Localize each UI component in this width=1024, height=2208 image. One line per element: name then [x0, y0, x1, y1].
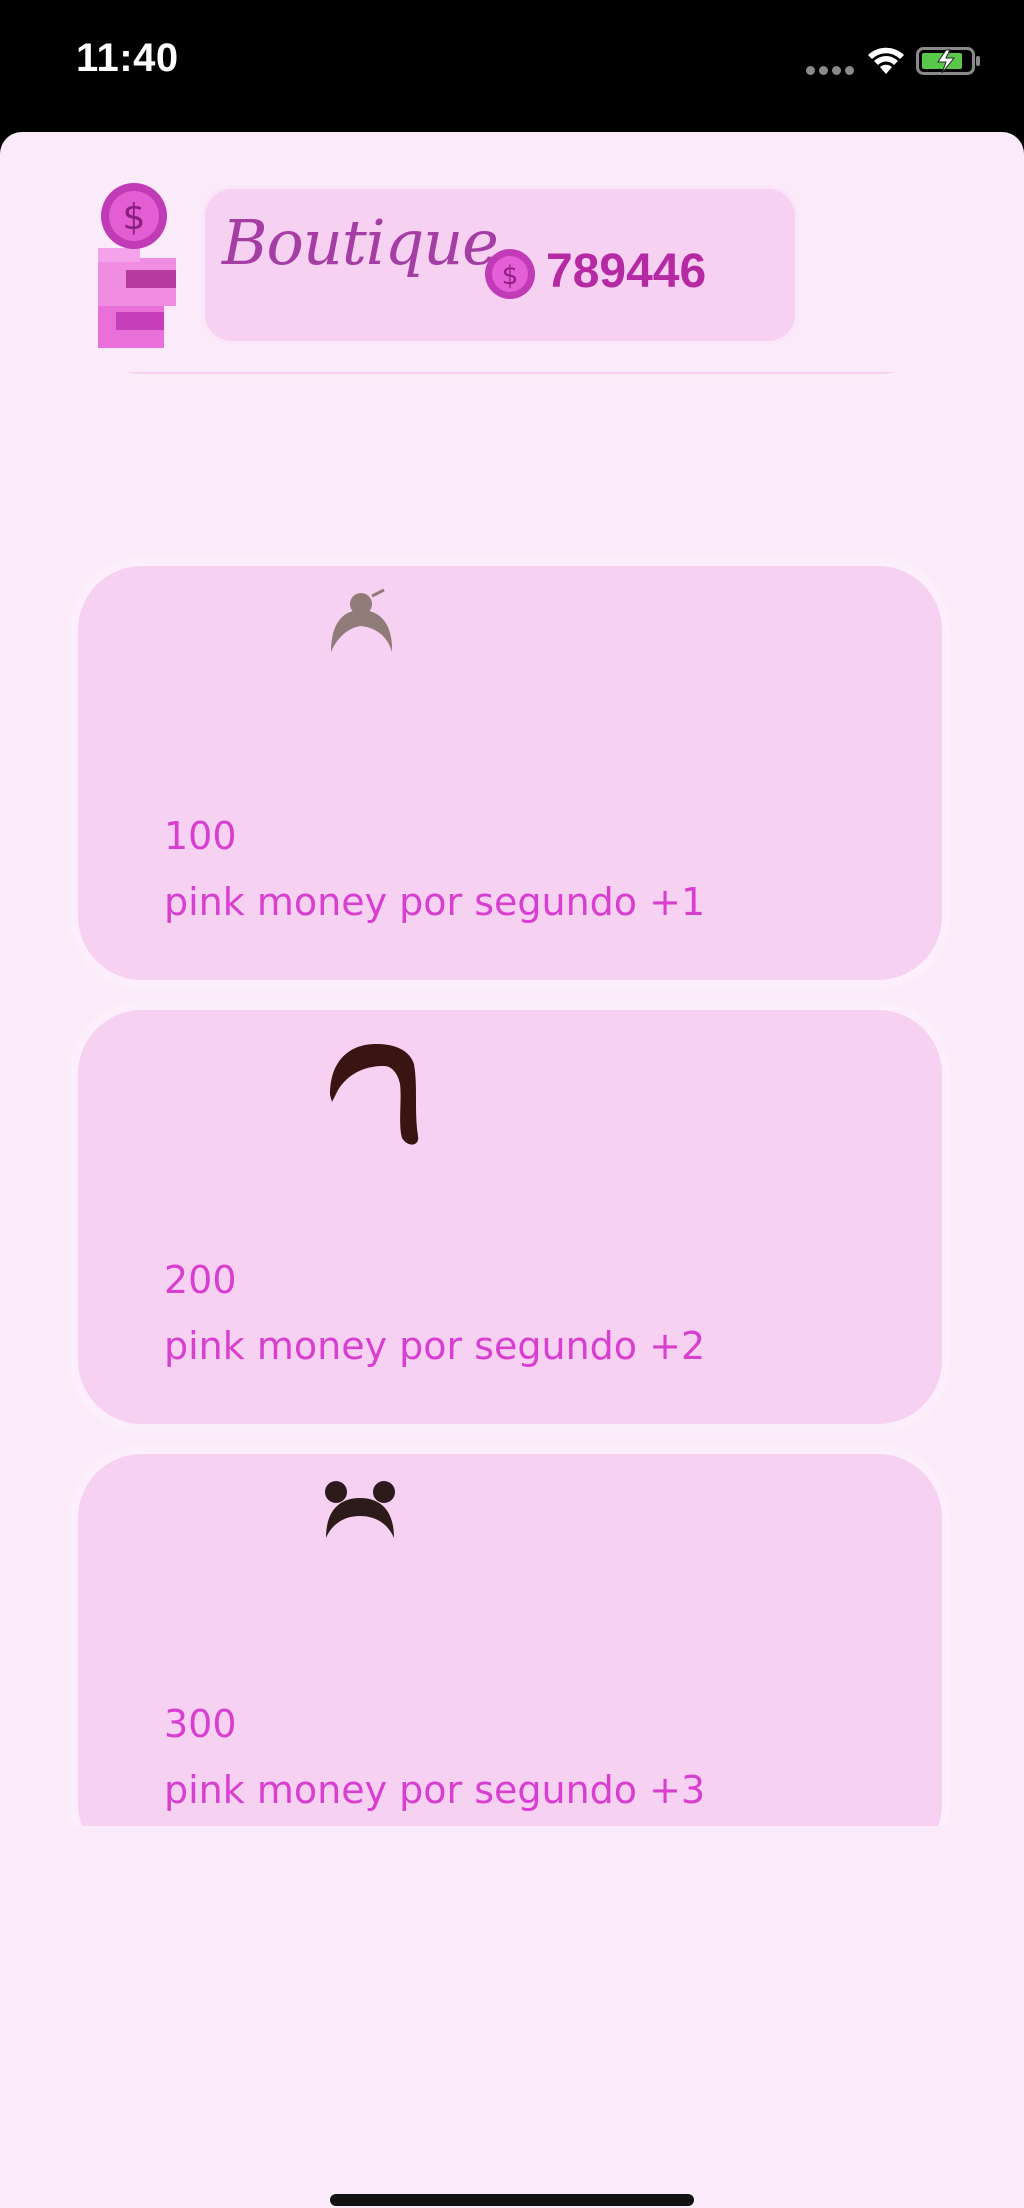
space-buns-hair-icon	[325, 1481, 395, 1538]
header-card: Boutique $ 789446	[202, 186, 798, 344]
list-item[interactable]: 200 pink money por segundo +2	[78, 1010, 942, 1424]
svg-text:$: $	[502, 261, 519, 291]
status-bar: 11:40	[0, 0, 1024, 134]
list-item[interactable]: 100 pink money por segundo +1	[78, 566, 942, 980]
coin-icon: $	[485, 249, 535, 299]
battery-charging-icon	[916, 47, 980, 75]
list-item[interactable]	[78, 372, 942, 374]
home-indicator[interactable]	[330, 2194, 694, 2206]
list-item[interactable]: 300 pink money por segundo +3	[78, 1454, 942, 1868]
item-description: pink money por segundo +2	[164, 1324, 706, 1368]
item-description: pink money por segundo +1	[164, 880, 706, 924]
bottom-area	[0, 1826, 1024, 2208]
ponytail-hair-icon	[330, 1044, 419, 1145]
coin-stack-icon: $	[98, 183, 176, 348]
page-title: Boutique	[222, 206, 499, 279]
svg-text:$: $	[123, 197, 146, 238]
balance-amount: 789446	[546, 245, 707, 298]
bun-hair-icon	[331, 588, 393, 652]
item-price: 100	[164, 814, 237, 858]
item-description: pink money por segundo +3	[164, 1768, 706, 1812]
boutique-sheet: $ Boutique $ 789446 100 pink money por s…	[0, 132, 1024, 2208]
shop-items-list[interactable]: 100 pink money por segundo +1 200 pink m…	[0, 372, 1024, 2072]
wifi-icon	[868, 47, 904, 74]
item-price: 200	[164, 1258, 237, 1302]
item-price: 300	[164, 1702, 237, 1746]
cellular-signal-icon	[806, 64, 854, 76]
status-time: 11:40	[76, 36, 179, 80]
